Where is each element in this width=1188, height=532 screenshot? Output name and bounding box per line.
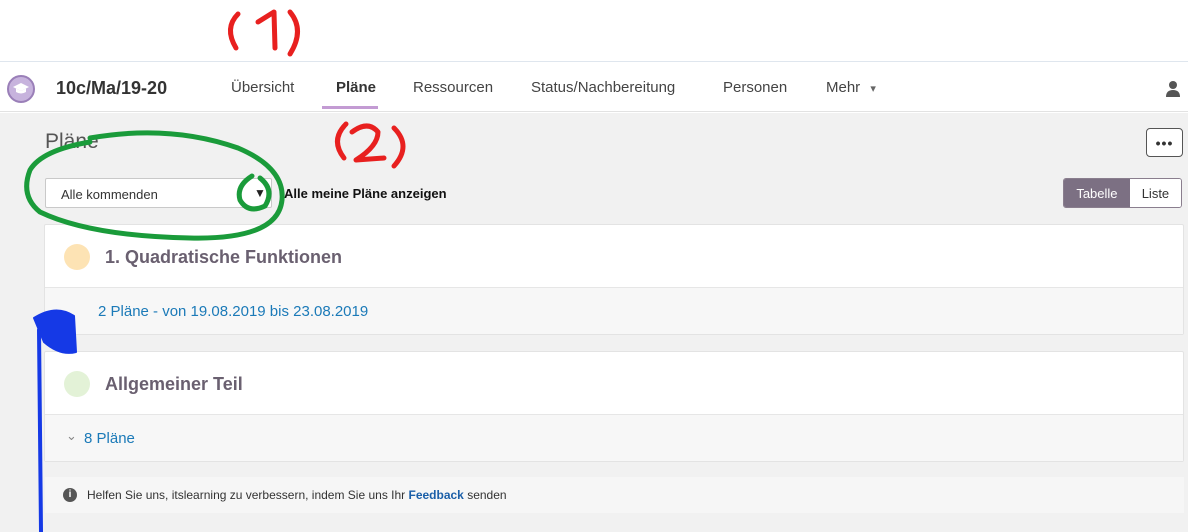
topic-title[interactable]: 1. Quadratische Funktionen xyxy=(105,245,342,269)
person-icon[interactable] xyxy=(1166,80,1188,98)
dropdown-arrow-icon[interactable]: ▼ xyxy=(254,186,266,200)
plans-expand-link[interactable]: 8 Pläne xyxy=(84,429,135,449)
page-title: Pläne xyxy=(45,130,99,153)
show-all-plans-label[interactable]: Alle meine Pläne anzeigen xyxy=(284,185,447,202)
topic-card-header: 1. Quadratische Funktionen xyxy=(45,225,1183,288)
more-options-button[interactable]: ••• xyxy=(1146,128,1183,157)
chevron-down-icon: ▾ xyxy=(870,83,876,95)
topic-card-header: Allgemeiner Teil xyxy=(45,352,1183,415)
nav-more[interactable]: Mehr ▾ xyxy=(826,78,876,99)
nav-overview[interactable]: Übersicht xyxy=(231,78,294,98)
plan-filter-select[interactable]: Alle kommenden xyxy=(45,178,272,208)
nav-status[interactable]: Status/Nachbereitung xyxy=(531,78,675,98)
graduation-cap-icon xyxy=(13,83,29,94)
view-toggle: Tabelle Liste xyxy=(1063,178,1182,208)
feedback-text-before: Helfen Sie uns, itslearning zu verbesser… xyxy=(87,488,409,502)
feedback-text: Helfen Sie uns, itslearning zu verbesser… xyxy=(87,488,507,503)
nav-people[interactable]: Personen xyxy=(723,78,787,98)
nav-plans[interactable]: Pläne xyxy=(336,78,376,98)
feedback-text-after: senden xyxy=(463,488,507,502)
nav-more-label: Mehr xyxy=(826,79,861,96)
nav-resources[interactable]: Ressourcen xyxy=(413,78,493,98)
topic-card-footer: 2 Pläne - von 19.08.2019 bis 23.08.2019 xyxy=(45,288,1183,334)
info-icon: i xyxy=(63,488,77,502)
course-title[interactable]: 10c/Ma/19-20 xyxy=(56,76,167,100)
topic-color-dot xyxy=(64,244,90,270)
topic-card: 1. Quadratische Funktionen 2 Pläne - von… xyxy=(44,224,1184,335)
feedback-link[interactable]: Feedback xyxy=(409,488,464,502)
nav-active-indicator xyxy=(322,106,378,109)
list-view-button[interactable]: Liste xyxy=(1129,179,1181,207)
topic-color-dot xyxy=(64,371,90,397)
chevron-down-icon[interactable]: ⌄ xyxy=(66,428,77,444)
topic-card: Allgemeiner Teil ⌄ 8 Pläne xyxy=(44,351,1184,462)
course-avatar[interactable] xyxy=(7,75,35,103)
feedback-banner: i Helfen Sie uns, itslearning zu verbess… xyxy=(45,477,1184,513)
top-annotation-area xyxy=(0,0,1188,62)
topic-card-footer: ⌄ 8 Pläne xyxy=(45,415,1183,461)
table-view-button[interactable]: Tabelle xyxy=(1064,179,1130,207)
topic-title[interactable]: Allgemeiner Teil xyxy=(105,372,243,396)
plans-expand-link[interactable]: 2 Pläne - von 19.08.2019 bis 23.08.2019 xyxy=(98,302,368,322)
